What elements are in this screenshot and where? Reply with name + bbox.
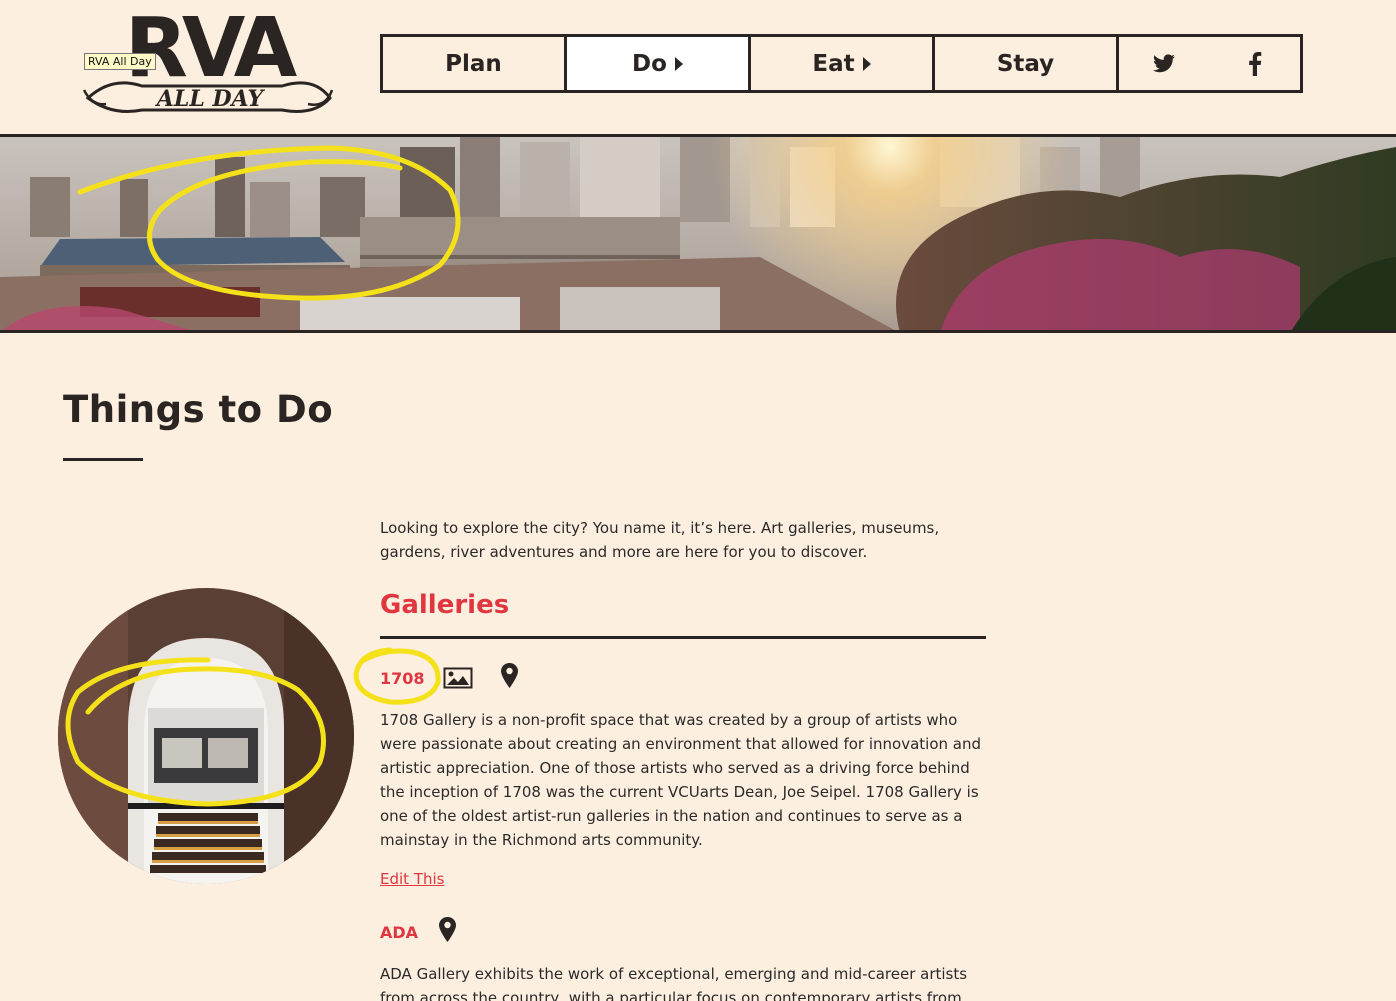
- nav-item-label: Plan: [445, 50, 502, 77]
- gallery-thumbnail[interactable]: [58, 588, 354, 884]
- title-divider: [63, 458, 143, 461]
- nav-item-label: Stay: [996, 50, 1055, 77]
- logo-letters: RVA: [125, 6, 298, 96]
- nav-item-do[interactable]: Do: [567, 37, 751, 90]
- nav-item-eat[interactable]: Eat: [751, 37, 935, 90]
- social-links: [1119, 37, 1300, 90]
- listing-title-ada[interactable]: ADA: [380, 923, 418, 942]
- site-header: RVA ALL DAY RVA All Day Plan Do Eat Stay: [0, 0, 1396, 137]
- facebook-icon[interactable]: [1242, 51, 1268, 77]
- section-heading-galleries: Galleries: [380, 590, 510, 620]
- page-title: Things to Do: [63, 388, 334, 431]
- nav-item-plan[interactable]: Plan: [383, 37, 567, 90]
- caret-right-icon: [862, 56, 871, 71]
- gallery-entrance-image: [58, 588, 354, 884]
- image-icon[interactable]: [443, 667, 473, 693]
- logo-script: ALL DAY: [155, 86, 266, 112]
- nav-item-label: Eat: [812, 50, 855, 77]
- twitter-icon[interactable]: [1151, 51, 1177, 77]
- map-pin-icon[interactable]: [439, 917, 456, 946]
- main-nav: Plan Do Eat Stay: [380, 34, 1303, 93]
- listing-description-ada: ADA Gallery exhibits the work of excepti…: [380, 965, 968, 1001]
- section-divider: [380, 636, 986, 639]
- logo-tooltip: RVA All Day: [84, 53, 156, 70]
- map-pin-icon[interactable]: [501, 663, 518, 692]
- listing-title-1708[interactable]: 1708: [380, 669, 425, 688]
- hero-banner: [0, 137, 1396, 333]
- edit-this-link[interactable]: Edit This: [380, 870, 444, 888]
- caret-right-icon: [674, 56, 683, 71]
- page-intro: Looking to explore the city? You name it…: [380, 519, 940, 561]
- nav-item-label: Do: [632, 50, 667, 77]
- city-skyline-image: [0, 137, 1396, 330]
- nav-item-stay[interactable]: Stay: [935, 37, 1119, 90]
- listing-description-1708: 1708 Gallery is a non-profit space that …: [380, 711, 982, 849]
